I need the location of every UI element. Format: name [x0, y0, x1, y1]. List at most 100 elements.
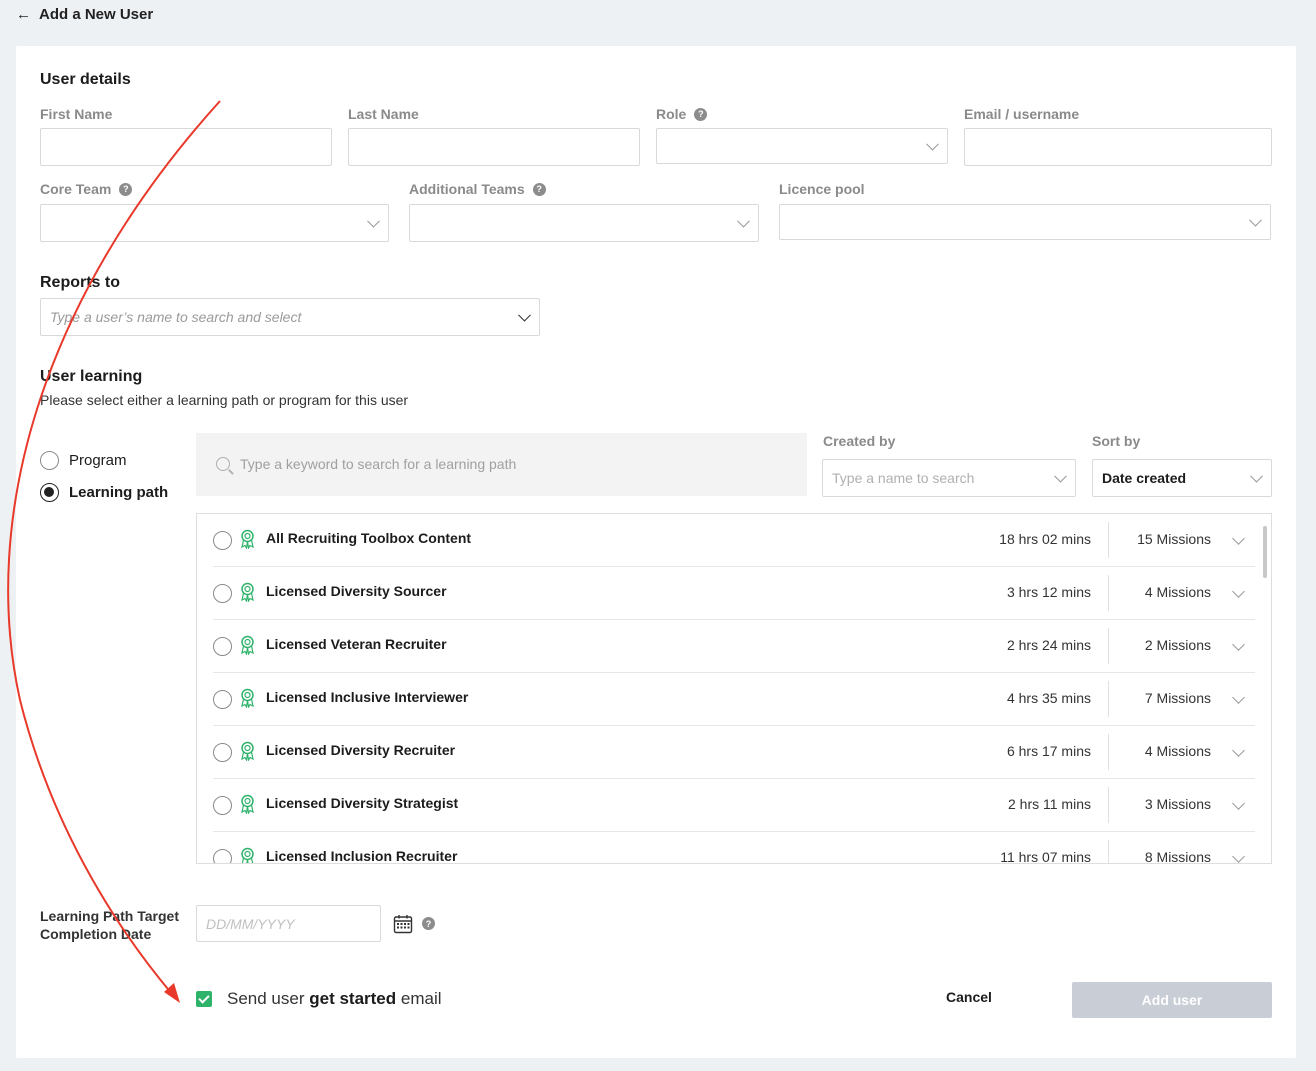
user-details-heading: User details — [40, 71, 131, 88]
chevron-down-icon — [1250, 469, 1263, 483]
path-missions: 2 Missions — [1144, 637, 1211, 653]
completion-date-label: Learning Path Target Completion Date — [40, 908, 179, 942]
certificate-badge-icon — [241, 529, 254, 549]
radio-circle[interactable] — [213, 637, 232, 656]
divider — [1108, 522, 1109, 558]
divider — [1108, 575, 1109, 611]
chevron-down-icon — [1054, 469, 1067, 483]
path-missions: 4 Missions — [1144, 743, 1211, 759]
last-name-input[interactable] — [348, 128, 640, 166]
path-missions: 7 Missions — [1144, 690, 1211, 706]
radio-circle[interactable] — [213, 690, 232, 709]
path-missions: 4 Missions — [1144, 584, 1211, 600]
list-item[interactable]: Licensed Diversity Recruiter 6 hrs 17 mi… — [213, 726, 1255, 779]
search-icon — [216, 457, 230, 471]
sort-by-select[interactable]: Date created — [1092, 459, 1272, 497]
path-title: Licensed Diversity Strategist — [266, 795, 459, 811]
chevron-down-icon[interactable] — [1232, 585, 1245, 598]
chevron-down-icon[interactable] — [1232, 744, 1245, 757]
divider — [1108, 840, 1109, 863]
help-icon[interactable]: ? — [694, 107, 708, 121]
cancel-button[interactable]: Cancel — [946, 989, 992, 1005]
path-duration: 2 hrs 24 mins — [1006, 637, 1091, 653]
radio-program[interactable]: Program — [40, 451, 127, 470]
divider — [1108, 734, 1109, 770]
licence-pool-select[interactable] — [779, 204, 1271, 240]
list-item[interactable]: Licensed Diversity Sourcer 3 hrs 12 mins… — [213, 567, 1255, 620]
chevron-down-icon[interactable] — [1232, 532, 1245, 545]
help-icon[interactable]: ? — [119, 182, 133, 196]
chevron-down-icon — [737, 214, 750, 228]
chevron-down-icon — [1249, 213, 1262, 227]
radio-circle — [40, 451, 59, 470]
core-team-label: Core Team? — [40, 181, 133, 197]
list-item[interactable]: Licensed Inclusive Interviewer 4 hrs 35 … — [213, 673, 1255, 726]
path-title: Licensed Veteran Recruiter — [266, 636, 447, 652]
radio-circle[interactable] — [213, 531, 232, 550]
last-name-label: Last Name — [348, 106, 419, 122]
list-item[interactable]: Licensed Veteran Recruiter 2 hrs 24 mins… — [213, 620, 1255, 673]
additional-teams-label: Additional Teams? — [409, 181, 546, 197]
help-icon[interactable]: ? — [422, 917, 435, 930]
send-email-checkbox[interactable] — [196, 991, 212, 1007]
chevron-down-icon — [367, 214, 380, 228]
path-duration: 4 hrs 35 mins — [1006, 690, 1091, 706]
created-by-select[interactable]: Type a name to search — [822, 459, 1076, 497]
chevron-down-icon — [518, 308, 531, 322]
list-item[interactable]: Licensed Diversity Strategist 2 hrs 11 m… — [213, 779, 1255, 832]
list-item[interactable]: Licensed Inclusion Recruiter 11 hrs 07 m… — [213, 832, 1255, 864]
path-duration: 18 hrs 02 mins — [999, 531, 1091, 547]
certificate-badge-icon — [241, 635, 254, 655]
chevron-down-icon[interactable] — [1232, 850, 1245, 863]
first-name-label: First Name — [40, 106, 113, 122]
certificate-badge-icon — [241, 847, 254, 863]
add-user-form: User details First Name Last Name Role? … — [16, 46, 1296, 1058]
user-learning-heading: User learning — [40, 368, 143, 385]
user-learning-subtext: Please select either a learning path or … — [40, 392, 409, 408]
help-icon[interactable]: ? — [532, 182, 546, 196]
list-item[interactable]: All Recruiting Toolbox Content 18 hrs 02… — [213, 514, 1255, 567]
path-title: Licensed Diversity Sourcer — [266, 583, 447, 599]
licence-pool-label: Licence pool — [779, 181, 865, 197]
path-duration: 11 hrs 07 mins — [1000, 849, 1091, 864]
learning-path-search[interactable]: Type a keyword to search for a learning … — [196, 433, 807, 496]
sort-by-label: Sort by — [1092, 433, 1141, 449]
certificate-badge-icon — [241, 688, 254, 708]
chevron-down-icon[interactable] — [1232, 638, 1245, 651]
add-user-button[interactable]: Add user — [1072, 982, 1272, 1018]
certificate-badge-icon — [241, 794, 254, 814]
radio-circle[interactable] — [213, 796, 232, 815]
path-title: Licensed Inclusion Recruiter — [266, 848, 458, 864]
radio-circle[interactable] — [213, 743, 232, 762]
additional-teams-select[interactable] — [409, 204, 759, 242]
path-title: All Recruiting Toolbox Content — [266, 530, 472, 546]
certificate-badge-icon — [241, 741, 254, 761]
core-team-select[interactable] — [40, 204, 389, 242]
path-duration: 2 hrs 11 mins — [1008, 796, 1091, 812]
radio-circle[interactable] — [213, 584, 232, 603]
role-label: Role? — [656, 106, 708, 122]
radio-learning-path[interactable]: Learning path — [40, 483, 168, 502]
radio-circle[interactable] — [213, 849, 232, 863]
path-title: Licensed Inclusive Interviewer — [266, 689, 469, 705]
chevron-down-icon[interactable] — [1232, 691, 1245, 704]
chevron-down-icon[interactable] — [1232, 797, 1245, 810]
scrollbar[interactable] — [1263, 526, 1267, 578]
email-input[interactable] — [964, 128, 1272, 166]
first-name-input[interactable] — [40, 128, 332, 166]
page-title: Add a New User — [39, 5, 154, 23]
divider — [1108, 787, 1109, 823]
back-link[interactable]: ← Add a New User — [16, 4, 153, 24]
chevron-down-icon — [926, 137, 939, 151]
send-email-label[interactable]: Send user get started email — [227, 989, 442, 1009]
path-duration: 3 hrs 12 mins — [1006, 584, 1091, 600]
divider — [1108, 628, 1109, 664]
divider — [1108, 681, 1109, 717]
learning-path-list[interactable]: All Recruiting Toolbox Content 18 hrs 02… — [196, 513, 1272, 864]
role-select[interactable] — [656, 128, 948, 164]
calendar-icon[interactable] — [393, 914, 413, 934]
radio-circle-selected — [40, 483, 59, 502]
completion-date-input[interactable]: DD/MM/YYYY — [196, 905, 381, 942]
reports-to-select[interactable]: Type a user’s name to search and select — [40, 298, 540, 336]
path-duration: 6 hrs 17 mins — [1006, 743, 1091, 759]
